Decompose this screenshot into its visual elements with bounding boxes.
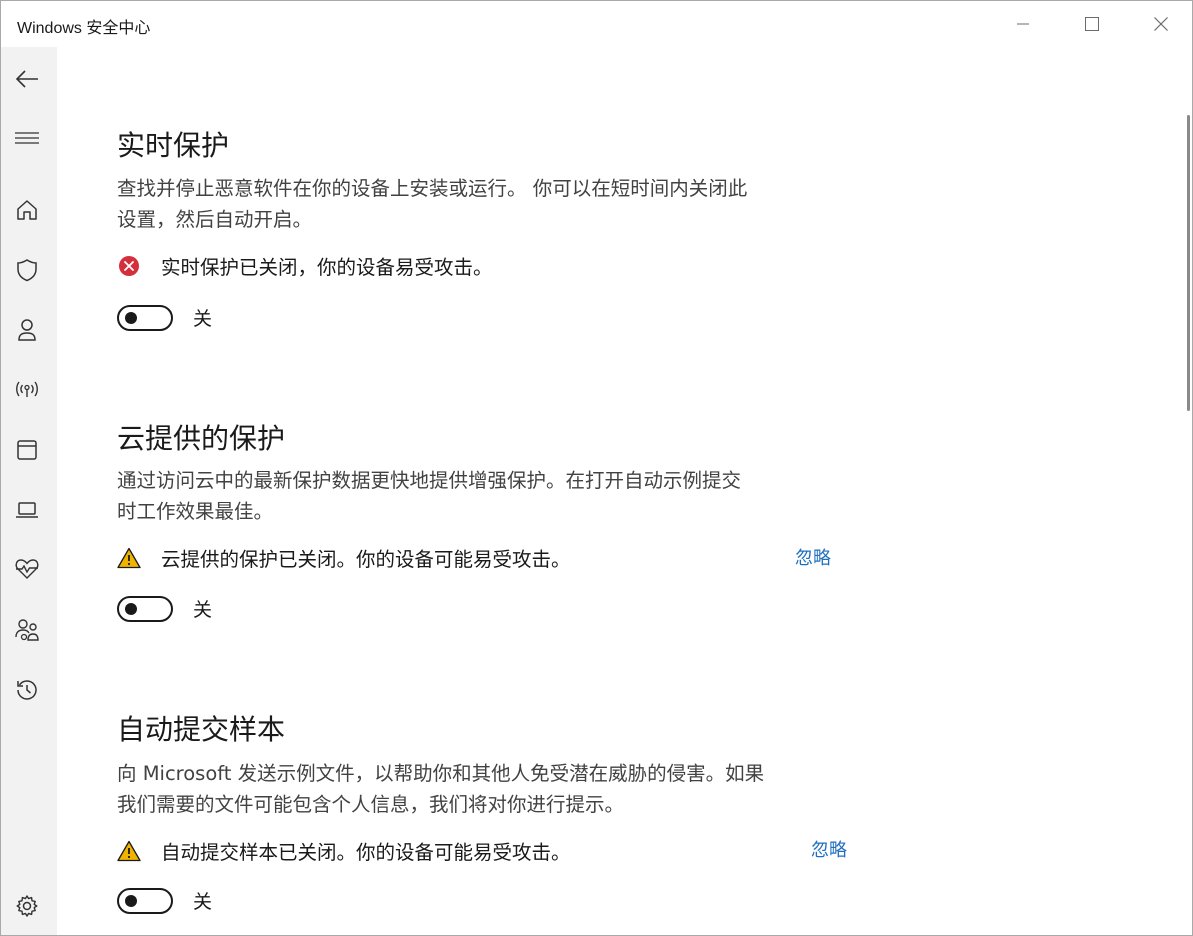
app-window-icon bbox=[17, 440, 37, 460]
back-button[interactable] bbox=[5, 59, 49, 99]
gear-icon bbox=[16, 895, 38, 917]
maximize-icon bbox=[1085, 17, 1099, 31]
error-circle-icon bbox=[117, 254, 141, 278]
status-text: 云提供的保护已关闭。你的设备可能易受攻击。 bbox=[161, 548, 571, 571]
security-center-window: Windows 安全中心 实时保护 查找并停止恶意软件在你的设备上安装或运行。 … bbox=[0, 0, 1193, 936]
status-text: 实时保护已关闭，你的设备易受攻击。 bbox=[161, 256, 493, 279]
back-arrow-icon bbox=[15, 70, 38, 88]
toggle-state-label: 关 bbox=[193, 599, 213, 621]
section-description: 查找并停止恶意软件在你的设备上安装或运行。 你可以在短时间内关闭此 设置，然后自… bbox=[117, 173, 877, 235]
toggle-state-label: 关 bbox=[193, 891, 213, 913]
warning-triangle-icon bbox=[117, 546, 141, 570]
title-bar: Windows 安全中心 bbox=[1, 1, 1192, 47]
settings-button[interactable] bbox=[5, 886, 49, 926]
person-icon bbox=[18, 319, 36, 341]
sidebar-item-firewall-network[interactable] bbox=[5, 369, 49, 409]
sidebar-item-device-security[interactable] bbox=[5, 490, 49, 530]
close-icon bbox=[1154, 17, 1168, 31]
toggle-state-label: 关 bbox=[193, 308, 213, 330]
toggle-knob bbox=[125, 311, 137, 324]
sidebar-item-virus-protection[interactable] bbox=[5, 250, 49, 290]
sidebar-item-home[interactable] bbox=[5, 190, 49, 230]
menu-button[interactable] bbox=[5, 118, 49, 158]
section-title: 实时保护 bbox=[117, 129, 230, 162]
desc-line: 通过访问云中的最新保护数据更快地提供增强保护。在打开自动示例提交 bbox=[117, 469, 742, 492]
section-title: 自动提交样本 bbox=[117, 713, 286, 746]
toggle-row: 关 bbox=[117, 304, 212, 331]
desc-line: 查找并停止恶意软件在你的设备上安装或运行。 你可以在短时间内关闭此 bbox=[117, 177, 748, 200]
cloud-protection-toggle[interactable] bbox=[117, 595, 173, 622]
section-description: 通过访问云中的最新保护数据更快地提供增强保护。在打开自动示例提交 时工作效果最佳… bbox=[117, 465, 877, 527]
realtime-protection-toggle[interactable] bbox=[117, 304, 173, 331]
sidebar-item-device-performance[interactable] bbox=[5, 549, 49, 589]
desc-line: 时工作效果最佳。 bbox=[117, 500, 274, 523]
status-row: 自动提交样本已关闭。你的设备可能易受攻击。 bbox=[117, 836, 571, 865]
status-text: 自动提交样本已关闭。你的设备可能易受攻击。 bbox=[161, 841, 571, 864]
status-row: 实时保护已关闭，你的设备易受攻击。 bbox=[117, 251, 493, 280]
close-button[interactable] bbox=[1127, 1, 1193, 47]
wireless-icon bbox=[16, 381, 38, 397]
dismiss-link[interactable]: 忽略 bbox=[795, 544, 831, 570]
toggle-row: 关 bbox=[117, 887, 212, 914]
dismiss-link[interactable]: 忽略 bbox=[811, 836, 847, 862]
sidebar-item-protection-history[interactable] bbox=[5, 670, 49, 710]
minimize-button[interactable] bbox=[989, 1, 1057, 47]
sidebar-item-app-browser-control[interactable] bbox=[5, 430, 49, 470]
shield-icon bbox=[17, 259, 37, 282]
warning-triangle-icon bbox=[117, 839, 141, 863]
desc-line: 向 Microsoft 发送示例文件，以帮助你和其他人免受潜在威胁的侵害。如果 bbox=[117, 762, 765, 785]
desc-line: 设置，然后自动开启。 bbox=[117, 208, 313, 231]
maximize-button[interactable] bbox=[1058, 1, 1126, 47]
vertical-scrollbar[interactable] bbox=[1187, 115, 1190, 411]
family-icon bbox=[15, 619, 39, 641]
minimize-icon bbox=[1017, 23, 1029, 25]
sidebar-item-family-options[interactable] bbox=[5, 610, 49, 650]
toggle-row: 关 bbox=[117, 595, 212, 622]
home-icon bbox=[17, 200, 37, 220]
heart-pulse-icon bbox=[15, 559, 39, 579]
desc-line: 我们需要的文件可能包含个人信息，我们将对你进行提示。 bbox=[117, 793, 625, 816]
hamburger-icon bbox=[15, 132, 39, 144]
toggle-knob bbox=[125, 894, 137, 907]
toggle-knob bbox=[125, 602, 137, 615]
section-description: 向 Microsoft 发送示例文件，以帮助你和其他人免受潜在威胁的侵害。如果 … bbox=[117, 758, 877, 820]
sidebar-item-account-protection[interactable] bbox=[5, 310, 49, 350]
section-title: 云提供的保护 bbox=[117, 422, 286, 455]
laptop-icon bbox=[16, 502, 38, 518]
sample-submission-toggle[interactable] bbox=[117, 887, 173, 914]
history-icon bbox=[17, 680, 37, 700]
status-row: 云提供的保护已关闭。你的设备可能易受攻击。 bbox=[117, 543, 571, 572]
window-title: Windows 安全中心 bbox=[17, 20, 151, 37]
